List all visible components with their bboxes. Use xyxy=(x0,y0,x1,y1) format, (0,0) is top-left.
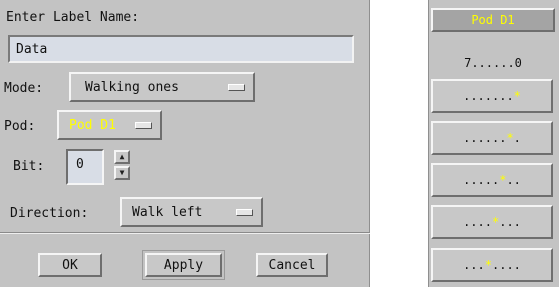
pattern-button[interactable]: ... *.... xyxy=(431,248,553,282)
pattern-button[interactable]: ...... *. xyxy=(431,121,553,155)
pattern-button[interactable]: .... *... xyxy=(431,205,553,239)
pattern-dots: ... xyxy=(463,258,485,272)
ok-button[interactable]: OK xyxy=(38,253,102,277)
pattern-dots: ...... xyxy=(463,131,507,145)
mode-dropdown[interactable]: Walking ones xyxy=(69,72,255,102)
bit-range-header: 7......0 xyxy=(464,56,522,70)
active-bit-marker: * xyxy=(484,258,492,272)
dropdown-indicator-icon xyxy=(236,208,253,216)
pod-pattern-panel: Pod D1 7......0 ....... * ...... *. ..... *… xyxy=(428,0,559,287)
pattern-dots: . xyxy=(513,131,521,145)
pattern-dots: ... xyxy=(499,215,521,229)
direction-value: Walk left xyxy=(132,204,203,220)
cancel-button[interactable]: Cancel xyxy=(256,253,328,277)
arrow-down-icon: ▼ xyxy=(119,168,125,177)
bit-decrement-button[interactable]: ▼ xyxy=(114,166,130,180)
mode-label: Mode: xyxy=(4,81,44,96)
mode-value: Walking ones xyxy=(85,79,179,95)
bit-input[interactable]: 0 xyxy=(66,149,104,185)
label-dialog: Enter Label Name: Data Mode: Walking one… xyxy=(0,0,370,287)
bit-label: Bit: xyxy=(13,159,45,174)
pattern-button[interactable]: ..... *.. xyxy=(431,163,553,197)
active-bit-marker: * xyxy=(513,89,521,103)
pod-title: Pod D1 xyxy=(431,8,555,32)
bit-increment-button[interactable]: ▲ xyxy=(114,150,130,164)
label-name-input[interactable]: Data xyxy=(8,35,354,63)
arrow-up-icon: ▲ xyxy=(119,152,125,161)
direction-label: Direction: xyxy=(10,206,89,221)
screen: Enter Label Name: Data Mode: Walking one… xyxy=(0,0,559,287)
dropdown-indicator-icon xyxy=(228,83,245,91)
pod-value: Pod D1 xyxy=(69,117,116,133)
apply-button[interactable]: Apply xyxy=(145,253,222,277)
pod-label: Pod: xyxy=(4,119,36,134)
enter-label-name-heading: Enter Label Name: xyxy=(6,10,140,25)
pattern-dots: .... xyxy=(463,215,492,229)
pattern-dots: .. xyxy=(506,173,521,187)
active-bit-marker: * xyxy=(491,215,500,229)
pattern-dots: ....... xyxy=(463,89,514,103)
pattern-dots: .... xyxy=(492,258,521,272)
dropdown-indicator-icon xyxy=(135,121,152,129)
active-bit-marker: * xyxy=(506,131,514,145)
pod-dropdown[interactable]: Pod D1 xyxy=(57,110,162,140)
button-divider xyxy=(0,232,370,234)
pattern-button[interactable]: ....... * xyxy=(431,79,553,113)
direction-dropdown[interactable]: Walk left xyxy=(120,197,263,227)
pattern-dots: ..... xyxy=(463,173,500,187)
active-bit-marker: * xyxy=(499,173,507,187)
